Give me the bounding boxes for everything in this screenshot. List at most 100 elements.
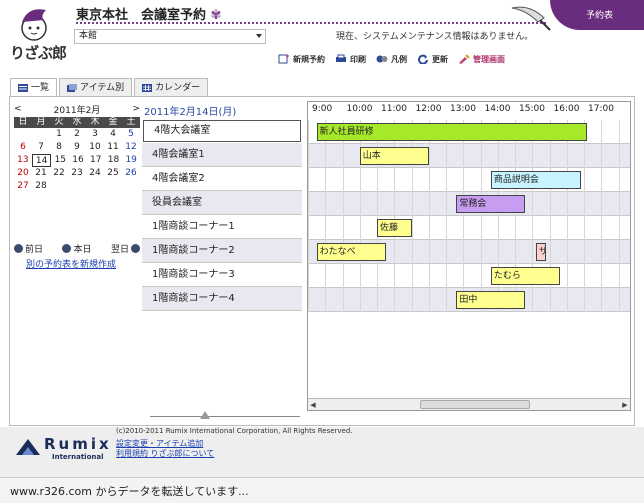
page-title-text: 東京本社 会議室予約 xyxy=(76,8,207,23)
zoom-slider[interactable] xyxy=(150,411,300,421)
tab-list-label: 一覧 xyxy=(31,83,50,93)
calendar-day[interactable]: 9 xyxy=(68,141,86,154)
location-select[interactable]: 本館 xyxy=(74,29,266,44)
schedule-row[interactable] xyxy=(308,264,630,288)
rumix-logo: Rumix International xyxy=(14,433,114,461)
grid-line xyxy=(618,120,620,312)
reservation-block[interactable]: サ xyxy=(535,243,547,261)
reservation-block[interactable]: 山本 xyxy=(359,147,429,165)
print-icon xyxy=(336,54,346,62)
calendar-day[interactable]: 24 xyxy=(86,167,104,180)
calendar-day[interactable]: 16 xyxy=(69,154,87,167)
weekday-label: 日 xyxy=(18,117,28,127)
grid-line xyxy=(428,120,430,312)
tab-item-label: アイテム別 xyxy=(80,82,125,93)
room-row[interactable]: 4階会議室1 xyxy=(142,143,302,167)
horizontal-scrollbar[interactable]: ◀ ▶ xyxy=(308,398,630,410)
reservation-block[interactable]: 商品説明会 xyxy=(490,171,581,189)
reservation-block[interactable]: 佐藤 xyxy=(377,219,412,237)
tab-list[interactable]: 一覧 xyxy=(10,78,58,97)
calendar-day[interactable]: 3 xyxy=(86,128,104,141)
slider-knob[interactable] xyxy=(200,411,210,419)
calendar-day[interactable]: 8 xyxy=(50,141,68,154)
terms-link[interactable]: 利用規約 りざぶ郎について xyxy=(116,449,214,459)
calendar-day[interactable]: 26 xyxy=(122,167,140,180)
system-message: 現在、システムメンテナンス情報はありません。 xyxy=(336,32,534,42)
title-divider xyxy=(76,22,546,24)
next-month-button[interactable]: > xyxy=(132,104,140,114)
room-list: 4階大会議室 4階会議室1 4階会議室2 役員会議室 1階商談コーナー1 1階商談コーナー… xyxy=(142,119,302,311)
today-button[interactable]: 本日 xyxy=(62,242,92,255)
room-row[interactable]: 役員会議室 xyxy=(142,191,302,215)
calendar-day[interactable]: 21 xyxy=(32,167,50,180)
calendar-day[interactable]: 20 xyxy=(14,167,32,180)
calendar-day[interactable]: 1 xyxy=(50,128,68,141)
main-panel: < 2011年2月 > 日月火水木金土 1 2 3 4 5 6 7 8 9 10 11 12 13 14 1… xyxy=(9,96,635,426)
print-button[interactable]: 印刷 xyxy=(335,52,366,66)
room-row[interactable]: 1階商談コーナー3 xyxy=(142,263,302,287)
grid-line xyxy=(342,120,344,312)
next-day-button[interactable]: 翌日 xyxy=(111,242,140,255)
footer: Rumix International (c)2010-2011 Rumix I… xyxy=(0,427,644,477)
reservation-block[interactable]: 常務会 xyxy=(456,195,526,213)
calendar-day xyxy=(14,128,32,141)
room-row[interactable]: 1階商談コーナー1 xyxy=(142,215,302,239)
weekday-label: 火 xyxy=(54,117,64,127)
reservation-block[interactable]: 新人社員研修 xyxy=(316,123,588,141)
calendar-day[interactable]: 17 xyxy=(87,154,105,167)
day-navigation: 前日 本日 翌日 xyxy=(14,242,140,255)
calendar-day[interactable]: 6 xyxy=(14,141,32,154)
calendar-day[interactable]: 5 xyxy=(122,128,140,141)
prev-day-button[interactable]: 前日 xyxy=(14,242,43,255)
refresh-button[interactable]: 更新 xyxy=(417,52,448,66)
calendar-day[interactable]: 10 xyxy=(86,141,104,154)
calendar-day[interactable]: 13 xyxy=(14,154,32,167)
admin-label: 管理画面 xyxy=(473,54,505,64)
room-row[interactable]: 4階大会議室 xyxy=(143,120,301,142)
room-row[interactable]: 4階会議室2 xyxy=(142,167,302,191)
calendar-header: < 2011年2月 > xyxy=(14,103,140,116)
reservation-block[interactable]: たむら xyxy=(490,267,560,285)
prev-month-button[interactable]: < xyxy=(14,104,22,114)
reservation-block[interactable]: 田中 xyxy=(456,291,526,309)
calendar-day[interactable]: 2 xyxy=(68,128,86,141)
calendar-day[interactable]: 25 xyxy=(104,167,122,180)
toolbar: 新規予約 印刷 凡例 更新 管理画面 xyxy=(278,52,505,66)
calendar-day[interactable]: 27 xyxy=(14,180,32,193)
scrollbar-thumb[interactable] xyxy=(420,400,530,409)
calendar-day[interactable]: 23 xyxy=(68,167,86,180)
new-table-link[interactable]: 別の予約表を新規作成 xyxy=(26,257,116,270)
settings-link[interactable]: 設定変更・アイテム追加 xyxy=(116,439,214,449)
room-row[interactable]: 1階商談コーナー2 xyxy=(142,239,302,263)
next-arrow-icon xyxy=(130,244,140,253)
grid-line xyxy=(566,120,568,312)
calendar-day[interactable]: 12 xyxy=(122,141,140,154)
new-reservation-button[interactable]: 新規予約 xyxy=(278,52,325,66)
tab-calendar[interactable]: カレンダー xyxy=(134,78,209,96)
tab-item[interactable]: アイテム別 xyxy=(59,78,133,96)
scroll-right-icon[interactable]: ▶ xyxy=(620,400,630,410)
scroll-left-icon[interactable]: ◀ xyxy=(308,400,318,410)
legend-button[interactable]: 凡例 xyxy=(376,52,407,66)
schedule-row[interactable] xyxy=(308,216,630,240)
calendar-day[interactable]: 15 xyxy=(51,154,69,167)
schedule-row[interactable] xyxy=(308,168,630,192)
grid-line xyxy=(480,120,482,312)
calendar-day[interactable]: 19 xyxy=(122,154,140,167)
calendar-day[interactable]: 18 xyxy=(105,154,123,167)
calendar-day[interactable]: 14 xyxy=(31,154,52,167)
legend-icon xyxy=(376,55,388,63)
calendar-day[interactable]: 11 xyxy=(104,141,122,154)
weekday-label: 水 xyxy=(72,117,82,127)
hour-label: 16:00 xyxy=(553,104,580,114)
calendar-day[interactable]: 4 xyxy=(104,128,122,141)
calendar-day[interactable]: 7 xyxy=(32,141,50,154)
room-row[interactable]: 1階商談コーナー4 xyxy=(142,287,302,311)
hour-label: 13:00 xyxy=(450,104,476,114)
reservation-block[interactable]: わたなべ xyxy=(316,243,386,261)
calendar-day[interactable]: 22 xyxy=(50,167,68,180)
calendar-day[interactable]: 28 xyxy=(32,180,50,193)
schedule-row[interactable] xyxy=(308,144,630,168)
calendar-day xyxy=(86,180,104,193)
admin-button[interactable]: 管理画面 xyxy=(458,52,505,66)
